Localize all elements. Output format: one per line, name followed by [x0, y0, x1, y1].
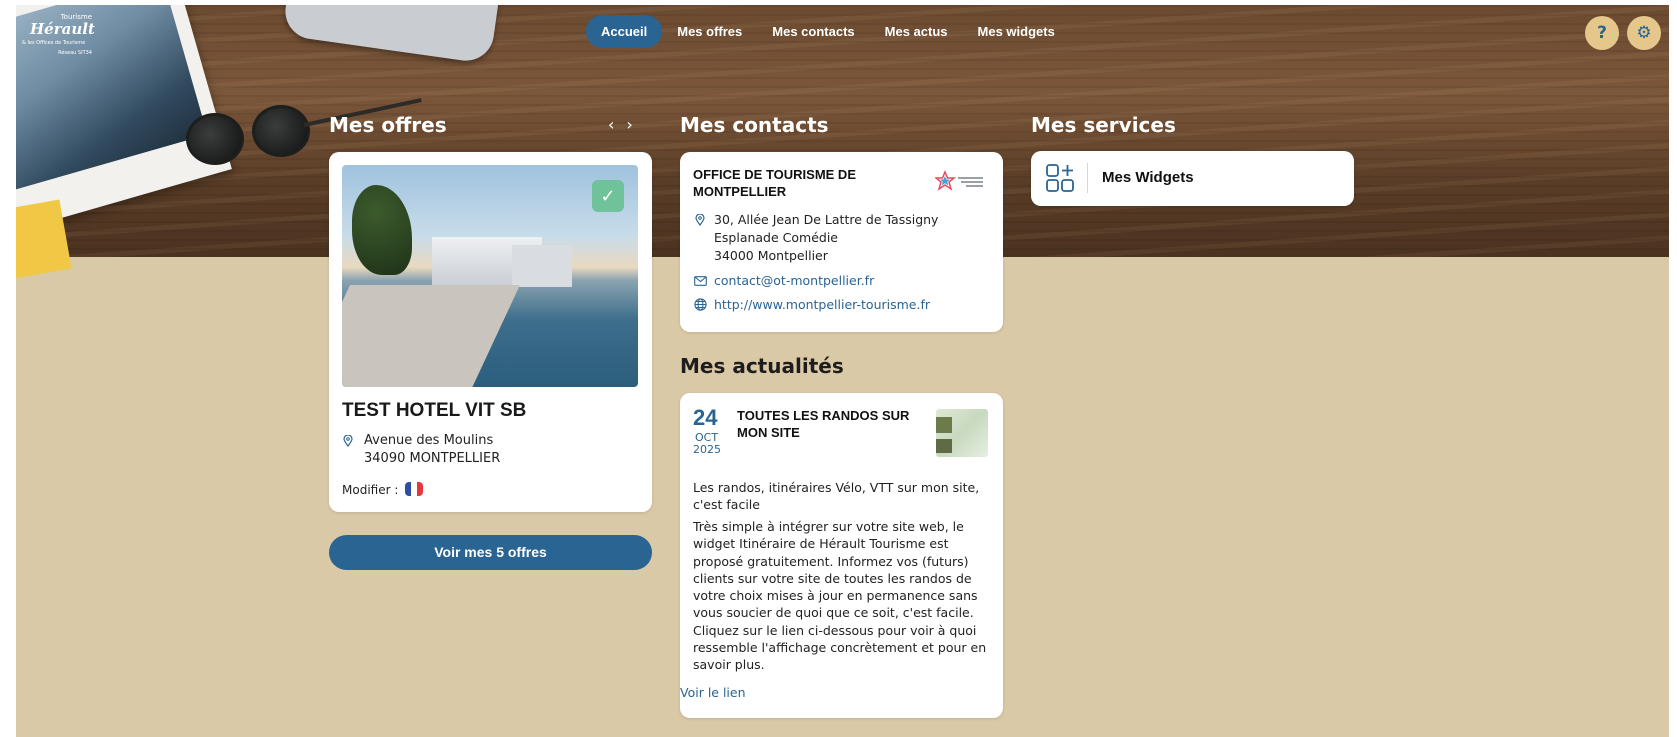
location-pin-icon [343, 435, 353, 447]
chevron-left-icon[interactable]: ‹ [608, 115, 626, 134]
offres-title: Mes offres [329, 113, 447, 137]
modify-label: Modifier : [342, 483, 399, 497]
decor-sunglasses [186, 98, 422, 175]
service-divider [1087, 163, 1088, 193]
offer-card[interactable]: ✓ TEST HOTEL VIT SB Avenue des Moulins 3… [329, 152, 652, 512]
news-date-day: 24 [693, 405, 718, 430]
nav-item-mes-offres[interactable]: Mes offres [662, 15, 757, 48]
news-body: Très simple à intégrer sur votre site we… [693, 519, 987, 673]
settings-button[interactable]: ⚙ [1627, 16, 1661, 50]
contact-address-line1: 30, Allée Jean De Lattre de Tassigny [714, 212, 939, 227]
mail-icon [694, 276, 707, 286]
service-widgets-card[interactable]: Mes Widgets [1031, 151, 1354, 206]
check-icon: ✓ [592, 180, 624, 212]
chevron-right-icon[interactable]: › [626, 115, 644, 134]
brand-logo[interactable]: Tourisme Hérault & les Offices de Touris… [22, 13, 95, 59]
offer-address-line1: Avenue des Moulins [364, 433, 494, 448]
modify-row: Modifier : [342, 482, 424, 497]
contact-address-line3: 34000 Montpellier [714, 248, 828, 263]
contacts-title: Mes contacts [680, 113, 829, 137]
nav-item-mes-contacts[interactable]: Mes contacts [757, 15, 869, 48]
nav-item-accueil[interactable]: Accueil [586, 15, 663, 48]
view-offers-button[interactable]: Voir mes 5 offres [329, 535, 652, 570]
offres-carousel-arrows: ‹› [608, 115, 645, 134]
contact-card: OFFICE DE TOURISME DE MONTPELLIER 30, Al… [680, 152, 1003, 332]
actus-title: Mes actualités [680, 354, 844, 378]
globe-icon [694, 298, 707, 311]
logo-big: Hérault [30, 20, 95, 38]
location-pin-icon [695, 214, 705, 226]
news-lead: Les randos, itinéraires Vélo, VTT sur mo… [693, 480, 980, 512]
contact-address-line2: Esplanade Comédie [714, 230, 838, 245]
decor-laptop [281, 5, 501, 65]
news-thumbnail [936, 409, 988, 457]
nav-item-mes-widgets[interactable]: Mes widgets [963, 15, 1070, 48]
help-icon: ? [1597, 23, 1607, 43]
offer-image: ✓ [342, 165, 638, 387]
contact-address: 30, Allée Jean De Lattre de Tassigny Esp… [714, 211, 938, 265]
news-date-year: 2025 [693, 443, 721, 456]
main-nav: Accueil Mes offres Mes contacts Mes actu… [586, 15, 1070, 48]
offer-address: Avenue des Moulins 34090 MONTPELLIER [364, 432, 500, 468]
flag-fr-icon[interactable] [405, 482, 424, 496]
gear-icon: ⚙ [1636, 23, 1652, 43]
app-frame: Tourisme Hérault & les Offices de Touris… [16, 5, 1669, 737]
offer-address-line2: 34090 MONTPELLIER [364, 451, 501, 466]
news-card[interactable]: 24 OCT 2025 TOUTES LES RANDOS SUR MON SI… [680, 393, 1003, 718]
service-label: Mes Widgets [1102, 169, 1194, 186]
news-link[interactable]: Voir le lien [680, 685, 746, 700]
help-button[interactable]: ? [1585, 16, 1619, 50]
contact-email-link[interactable]: contact@ot-montpellier.fr [714, 273, 874, 288]
widgets-icon [1046, 164, 1074, 192]
offer-name: TEST HOTEL VIT SB [342, 400, 527, 421]
logo-sub2: Réseau SIT34 [58, 50, 92, 56]
contact-name: OFFICE DE TOURISME DE MONTPELLIER [693, 167, 856, 199]
services-title: Mes services [1031, 113, 1176, 137]
logo-sub: & les Offices de Tourisme [22, 40, 86, 46]
news-headline: TOUTES LES RANDOS SUR MON SITE [737, 408, 910, 440]
nav-item-mes-actus[interactable]: Mes actus [870, 15, 963, 48]
contact-website-link[interactable]: http://www.montpellier-tourisme.fr [714, 297, 930, 312]
montpellier-logo-icon [935, 170, 983, 191]
